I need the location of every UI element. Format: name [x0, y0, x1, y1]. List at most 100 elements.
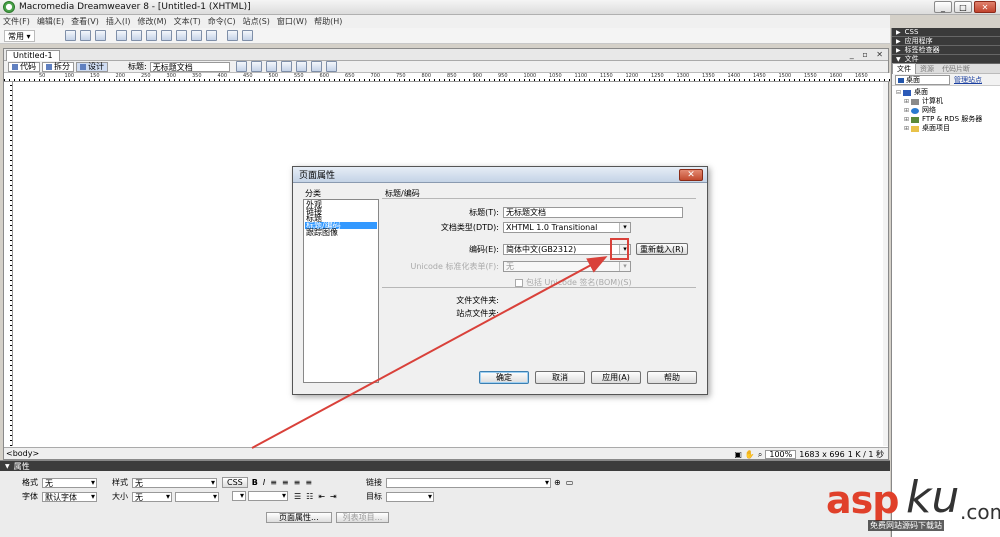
- menu-modify[interactable]: 修改(M): [137, 16, 166, 27]
- tab-files[interactable]: 文件: [892, 63, 916, 74]
- menu-site[interactable]: 站点(S): [243, 16, 270, 27]
- tree-item-computer[interactable]: ⊞ 计算机: [896, 97, 1000, 106]
- format-select[interactable]: 无: [42, 477, 97, 488]
- window-size[interactable]: 1683 x 696: [799, 450, 844, 459]
- font-select[interactable]: 默认字体: [42, 491, 97, 502]
- document-window-controls[interactable]: _ ▫ ✕: [850, 50, 886, 59]
- manage-sites-link[interactable]: 管理站点: [954, 75, 982, 85]
- close-button[interactable]: ✕: [974, 1, 996, 13]
- code-view-button[interactable]: 代码: [8, 61, 40, 72]
- table-icon[interactable]: [115, 30, 127, 41]
- zoom-tool-icon[interactable]: ⌕: [758, 450, 762, 460]
- date-icon[interactable]: [175, 30, 187, 41]
- target-select[interactable]: [386, 491, 434, 502]
- media-icon[interactable]: [160, 30, 172, 41]
- preview-icon[interactable]: [280, 61, 292, 72]
- email-link-icon[interactable]: [79, 30, 91, 41]
- dialog-title-bar: 页面属性: [293, 167, 707, 183]
- dropdown-arrow-icon[interactable]: ▾: [619, 223, 630, 232]
- italic-icon[interactable]: I: [263, 478, 265, 487]
- layer-icon[interactable]: [130, 30, 142, 41]
- doc-title-input[interactable]: 无标题文档: [149, 61, 230, 72]
- bold-icon[interactable]: B: [252, 478, 258, 487]
- minimize-button[interactable]: _: [934, 1, 952, 13]
- align-center-icon[interactable]: ≡: [282, 478, 289, 487]
- document-tab[interactable]: Untitled-1: [6, 50, 60, 61]
- ok-button[interactable]: 确定: [479, 371, 529, 384]
- maximize-button[interactable]: □: [954, 1, 972, 13]
- visual-aids-icon[interactable]: [325, 61, 337, 72]
- align-left-icon[interactable]: ≡: [270, 478, 277, 487]
- hand-tool-icon[interactable]: ✋: [745, 450, 755, 459]
- named-anchor-icon[interactable]: [94, 30, 106, 41]
- menu-commands[interactable]: 命令(C): [208, 16, 236, 27]
- view-options-icon[interactable]: [310, 61, 322, 72]
- category-tracing-image[interactable]: 跟踪图像: [305, 229, 377, 237]
- menu-edit[interactable]: 编辑(E): [37, 16, 64, 27]
- outdent-icon[interactable]: ⇤: [318, 492, 325, 501]
- collapse-icon[interactable]: ⊟: [896, 88, 902, 97]
- help-button[interactable]: 帮助: [647, 371, 697, 384]
- vertical-scrollbar[interactable]: [883, 82, 888, 446]
- site-select[interactable]: 桌面: [895, 74, 950, 85]
- size-select[interactable]: 无: [132, 491, 172, 502]
- size-unit-select[interactable]: [175, 491, 219, 502]
- title-input[interactable]: 无标题文档: [503, 207, 683, 218]
- file-management-icon[interactable]: [265, 61, 277, 72]
- insert-category-select[interactable]: 常用 ▾: [4, 29, 35, 42]
- reload-button[interactable]: 重新载入(R): [636, 243, 688, 255]
- style-select[interactable]: 无: [132, 477, 217, 488]
- property-inspector: ▼属性 格式 无 样式 无 CSS B I ≡ ≡ ≡ ≡ 链接 ⊕ ▭ 字体 …: [0, 460, 890, 537]
- menu-view[interactable]: 查看(V): [71, 16, 99, 27]
- expand-icon[interactable]: ⊞: [904, 106, 910, 115]
- css-button[interactable]: CSS: [222, 477, 248, 488]
- menu-help[interactable]: 帮助(H): [314, 16, 342, 27]
- link-input[interactable]: [386, 477, 551, 488]
- point-to-file-icon[interactable]: ⊕: [554, 478, 561, 487]
- tag-selector-body[interactable]: <body>: [6, 449, 39, 458]
- template-icon[interactable]: [205, 30, 217, 41]
- head-icon[interactable]: [241, 30, 253, 41]
- network-icon: [911, 107, 919, 114]
- justify-icon[interactable]: ≡: [305, 478, 312, 487]
- design-view-button[interactable]: 设计: [76, 61, 108, 72]
- expand-icon[interactable]: ⊞: [904, 124, 910, 133]
- tree-item-ftp[interactable]: ⊞ FTP & RDS 服务器: [896, 115, 1000, 124]
- tab-snippets[interactable]: 代码片断: [938, 64, 974, 74]
- image-icon[interactable]: [145, 30, 157, 41]
- ordered-list-icon[interactable]: ☷: [306, 492, 313, 501]
- text-color-swatch[interactable]: [232, 491, 246, 501]
- tree-item-desktop[interactable]: ⊟ 桌面: [896, 88, 1000, 97]
- refresh-icon[interactable]: [295, 61, 307, 72]
- apply-button[interactable]: 应用(A): [591, 371, 641, 384]
- split-view-button[interactable]: 拆分: [42, 61, 74, 72]
- browser-check-icon[interactable]: [235, 61, 247, 72]
- zoom-select[interactable]: 100%: [765, 450, 797, 459]
- dialog-close-button[interactable]: ✕: [679, 169, 703, 181]
- menu-file[interactable]: 文件(F): [3, 16, 30, 27]
- unordered-list-icon[interactable]: ☰: [294, 492, 301, 501]
- tag-chooser-icon[interactable]: [226, 30, 238, 41]
- tree-item-desktop-items[interactable]: ⊞ 桌面项目: [896, 124, 1000, 133]
- select-tool-icon[interactable]: ▣: [734, 450, 742, 459]
- align-right-icon[interactable]: ≡: [294, 478, 301, 487]
- menu-insert[interactable]: 插入(I): [106, 16, 131, 27]
- doctype-select[interactable]: XHTML 1.0 Transitional ▾: [503, 222, 631, 233]
- tab-assets[interactable]: 资源: [916, 64, 938, 74]
- expand-icon[interactable]: ⊞: [904, 97, 910, 106]
- menu-window[interactable]: 窗口(W): [277, 16, 307, 27]
- expand-icon[interactable]: ⊞: [904, 115, 910, 124]
- cancel-button[interactable]: 取消: [535, 371, 585, 384]
- validate-icon[interactable]: [250, 61, 262, 72]
- tree-item-network[interactable]: ⊞ 网络: [896, 106, 1000, 115]
- text-color-input[interactable]: [248, 491, 288, 501]
- page-properties-button[interactable]: 页面属性...: [266, 512, 332, 523]
- menu-text[interactable]: 文本(T): [174, 16, 201, 27]
- browse-folder-icon[interactable]: ▭: [566, 478, 574, 487]
- comment-icon[interactable]: [190, 30, 202, 41]
- indent-icon[interactable]: ⇥: [330, 492, 337, 501]
- hyperlink-icon[interactable]: [64, 30, 76, 41]
- property-inspector-header[interactable]: ▼ 属性: [0, 461, 890, 471]
- format-row: 格式 无: [22, 477, 97, 488]
- unicode-select: 无 ▾: [503, 261, 631, 272]
